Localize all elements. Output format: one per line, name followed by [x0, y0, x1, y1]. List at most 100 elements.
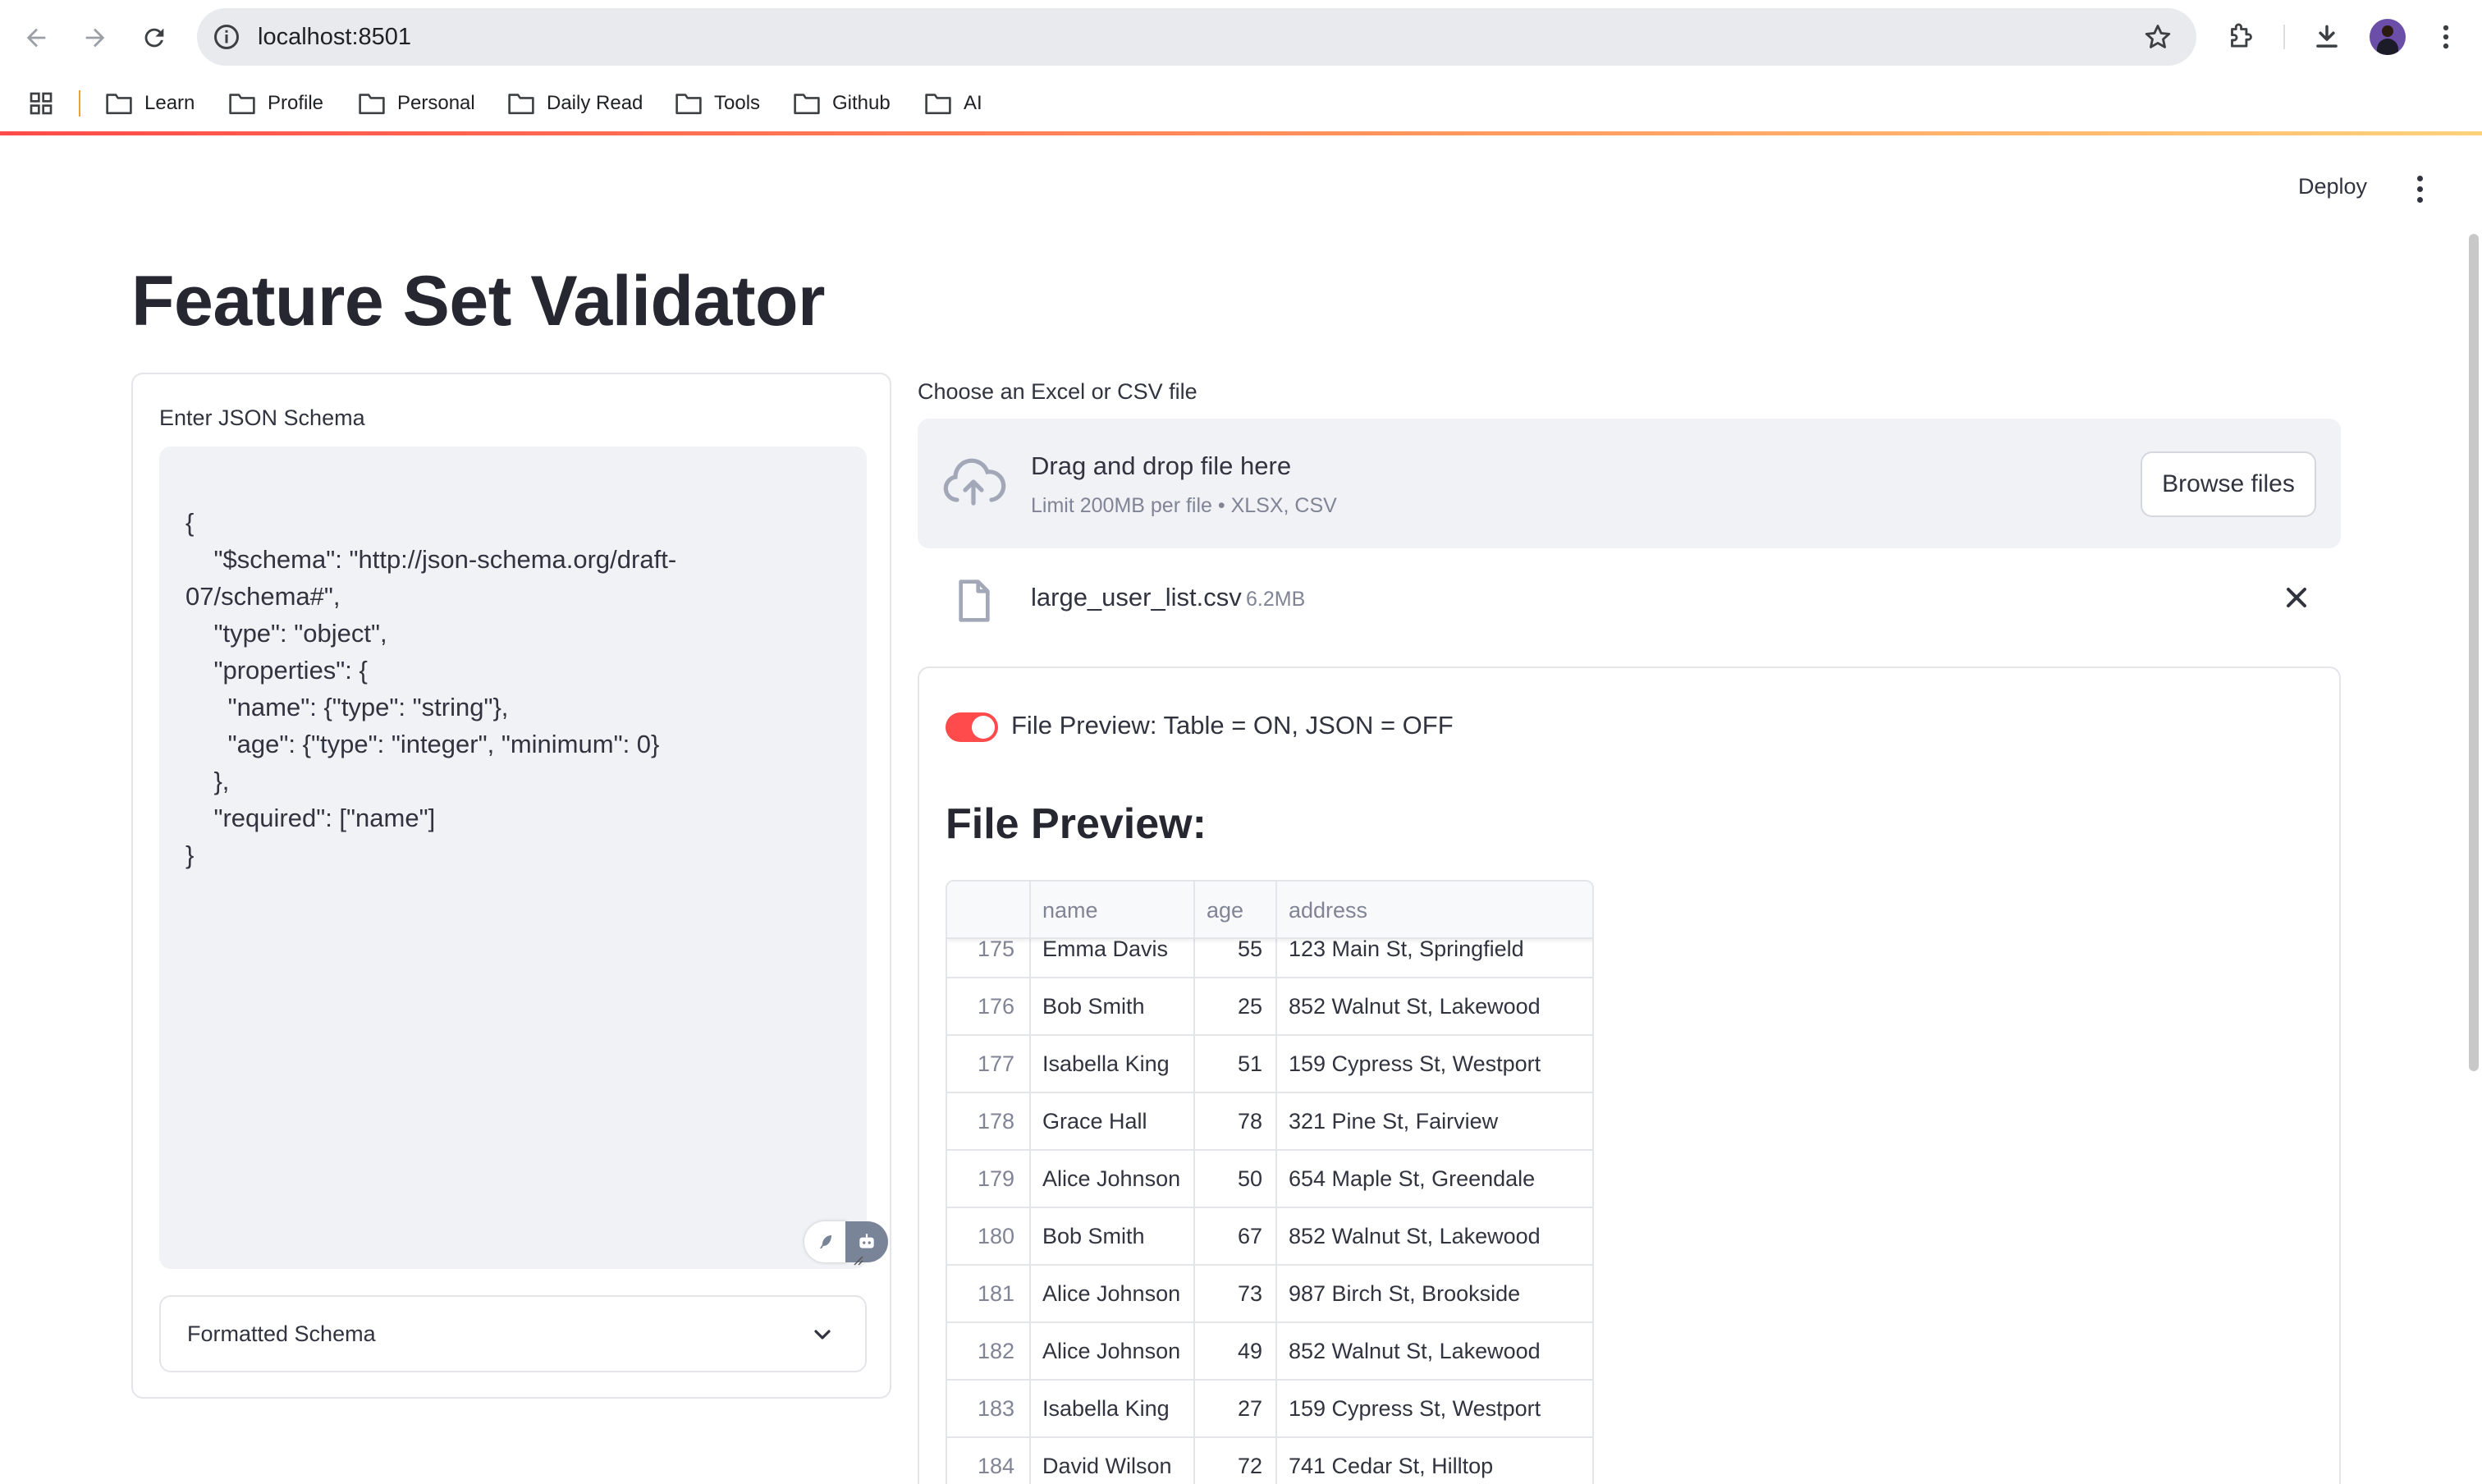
cell-address[interactable]: 987 Birch St, Brookside [1277, 1266, 1592, 1323]
cell-address[interactable]: 159 Cypress St, Westport [1277, 1036, 1592, 1093]
reload-icon [144, 28, 164, 48]
bookmark-star-icon[interactable] [2142, 21, 2173, 53]
table-row[interactable]: 183 Isabella King 27 159 Cypress St, Wes… [947, 1381, 1592, 1438]
table-row[interactable]: 177 Isabella King 51 159 Cypress St, Wes… [947, 1036, 1592, 1093]
forward-button[interactable] [74, 16, 117, 59]
page-title: Feature Set Validator [131, 262, 826, 341]
cell-address[interactable]: 741 Cedar St, Hilltop [1277, 1438, 1592, 1484]
cell-address[interactable]: 852 Walnut St, Lakewood [1277, 978, 1592, 1036]
table-row[interactable]: 184 David Wilson 72 741 Cedar St, Hillto… [947, 1438, 1592, 1484]
back-button[interactable] [15, 16, 57, 59]
cell-age[interactable]: 25 [1195, 978, 1277, 1036]
cell-address[interactable]: 654 Maple St, Greendale [1277, 1151, 1592, 1208]
table-row[interactable]: 179 Alice Johnson 50 654 Maple St, Green… [947, 1151, 1592, 1208]
bookmark-divider [79, 90, 80, 117]
cell-age[interactable]: 51 [1195, 1036, 1277, 1093]
row-index: 178 [947, 1093, 1031, 1151]
column-header-age[interactable]: age [1195, 882, 1277, 939]
row-index: 183 [947, 1381, 1031, 1438]
table-header: name age address [947, 882, 1592, 939]
cell-age[interactable]: 27 [1195, 1381, 1277, 1438]
bookmark-label: AI [964, 92, 982, 114]
expander-label: Formatted Schema [187, 1321, 376, 1346]
table-row[interactable]: 176 Bob Smith 25 852 Walnut St, Lakewood [947, 978, 1592, 1036]
cell-address[interactable]: 321 Pine St, Fairview [1277, 1093, 1592, 1151]
reload-button[interactable] [133, 16, 176, 59]
bookmark-tools[interactable]: Tools [675, 85, 760, 121]
page-scrollbar[interactable] [2469, 234, 2479, 1071]
cell-name[interactable]: Isabella King [1031, 1036, 1195, 1093]
table-row[interactable]: 182 Alice Johnson 49 852 Walnut St, Lake… [947, 1323, 1592, 1381]
schema-label: Enter JSON Schema [159, 405, 365, 430]
cell-age[interactable]: 72 [1195, 1438, 1277, 1484]
row-index: 184 [947, 1438, 1031, 1484]
cell-age[interactable]: 49 [1195, 1323, 1277, 1381]
folder-icon [229, 94, 255, 115]
column-header-index[interactable] [947, 882, 1031, 939]
cell-age[interactable]: 78 [1195, 1093, 1277, 1151]
table-row[interactable]: 181 Alice Johnson 73 987 Birch St, Brook… [947, 1266, 1592, 1323]
bookmark-label: Profile [268, 92, 324, 114]
resize-grip-icon[interactable] [850, 1253, 863, 1266]
grammar-tool-button[interactable] [804, 1221, 847, 1262]
browse-files-button[interactable]: Browse files [2141, 451, 2316, 517]
uploaded-file: large_user_list.csv 6.2MB [918, 566, 2341, 632]
cell-age[interactable]: 73 [1195, 1266, 1277, 1323]
bookmark-learn[interactable]: Learn [105, 85, 195, 121]
browser-menu-button[interactable] [2425, 16, 2466, 57]
address-bar[interactable]: localhost:8501 [197, 8, 2196, 66]
cell-name[interactable]: Isabella King [1031, 1381, 1195, 1438]
apps-grid-icon[interactable] [28, 90, 54, 117]
bookmark-github[interactable]: Github [793, 85, 891, 121]
cell-name[interactable]: Alice Johnson [1031, 1266, 1195, 1323]
cell-name[interactable]: David Wilson [1031, 1438, 1195, 1484]
cell-age[interactable]: 67 [1195, 1208, 1277, 1266]
column-header-address[interactable]: address [1277, 882, 1592, 939]
cell-address[interactable]: 159 Cypress St, Westport [1277, 1381, 1592, 1438]
row-index: 176 [947, 978, 1031, 1036]
cell-address[interactable]: 852 Walnut St, Lakewood [1277, 1323, 1592, 1381]
row-index: 180 [947, 1208, 1031, 1266]
cell-name[interactable]: Bob Smith [1031, 1208, 1195, 1266]
cell-age[interactable]: 50 [1195, 1151, 1277, 1208]
downloads-button[interactable] [2306, 16, 2347, 57]
formatted-schema-expander[interactable]: Formatted Schema [159, 1295, 867, 1372]
cell-address[interactable]: 852 Walnut St, Lakewood [1277, 1208, 1592, 1266]
cell-name[interactable]: Bob Smith [1031, 978, 1195, 1036]
toolbar-divider [2283, 25, 2285, 49]
robot-icon [859, 1234, 874, 1248]
preview-heading: File Preview: [946, 800, 1207, 848]
folder-icon [925, 94, 951, 115]
close-icon[interactable] [2280, 581, 2313, 614]
table-row[interactable]: 180 Bob Smith 67 852 Walnut St, Lakewood [947, 1208, 1592, 1266]
extensions-button[interactable] [2219, 16, 2260, 57]
puzzle-icon [2231, 23, 2252, 48]
preview-container: File Preview: Table = ON, JSON = OFF Fil… [918, 666, 2341, 1484]
cell-name[interactable]: Grace Hall [1031, 1093, 1195, 1151]
file-icon [959, 579, 990, 622]
table-row[interactable]: 178 Grace Hall 78 321 Pine St, Fairview [947, 1093, 1592, 1151]
deploy-button[interactable]: Deploy [2298, 174, 2367, 199]
json-schema-text[interactable]: { "$schema": "http://json-schema.org/dra… [185, 504, 676, 873]
info-icon[interactable] [212, 22, 241, 52]
url-text[interactable]: localhost:8501 [258, 8, 411, 66]
column-header-name[interactable]: name [1031, 882, 1195, 939]
bookmark-daily-read[interactable]: Daily Read [507, 85, 643, 121]
profile-avatar[interactable] [2370, 19, 2406, 55]
row-index: 177 [947, 1036, 1031, 1093]
data-table[interactable]: name age address 175 Emma Davis 55 123 M… [946, 880, 1594, 1484]
bookmark-ai[interactable]: AI [924, 85, 982, 121]
bookmark-profile[interactable]: Profile [228, 85, 323, 121]
app-menu-button[interactable] [2405, 169, 2434, 208]
arrow-right-icon [85, 28, 105, 48]
file-dropzone[interactable]: Drag and drop file here Limit 200MB per … [918, 419, 2341, 548]
schema-container: Enter JSON Schema { "$schema": "http://j… [131, 373, 891, 1399]
cell-name[interactable]: Alice Johnson [1031, 1151, 1195, 1208]
cell-name[interactable]: Alice Johnson [1031, 1323, 1195, 1381]
download-icon [2316, 25, 2338, 48]
bookmark-personal[interactable]: Personal [358, 85, 475, 121]
table-json-toggle[interactable] [946, 712, 998, 742]
row-index: 181 [947, 1266, 1031, 1323]
folder-icon [675, 94, 702, 115]
json-schema-textarea[interactable]: { "$schema": "http://json-schema.org/dra… [159, 447, 888, 1269]
